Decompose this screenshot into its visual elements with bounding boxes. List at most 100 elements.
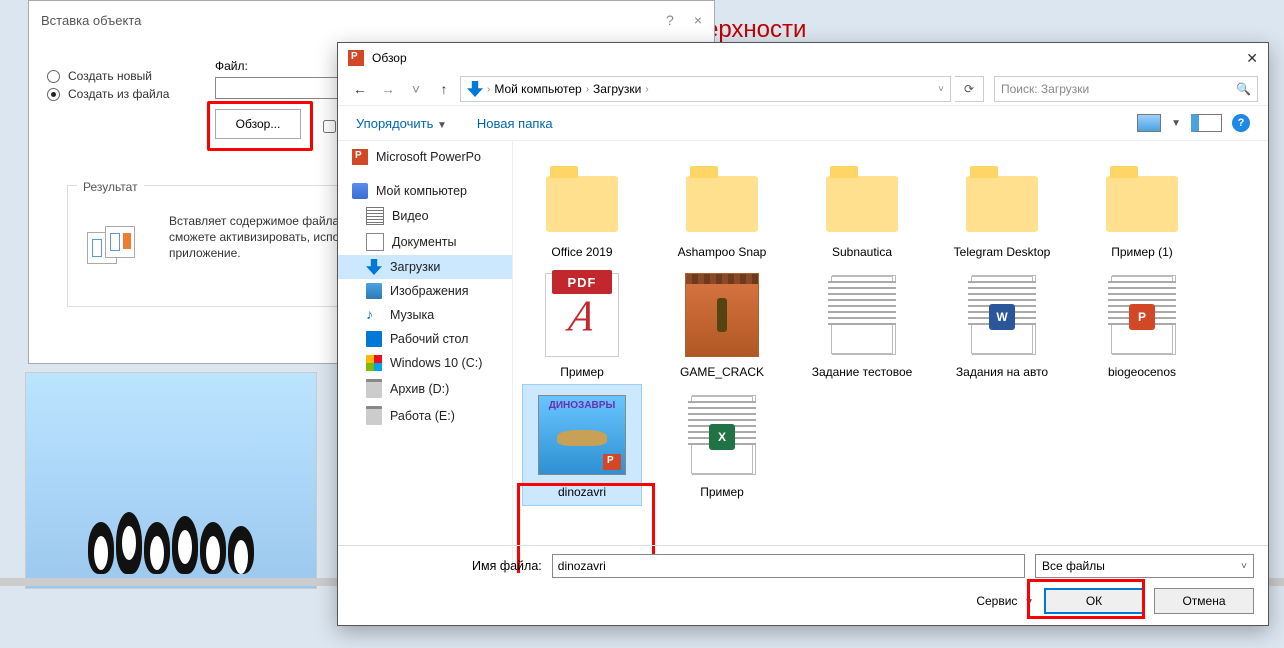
radio-label: Создать из файла bbox=[68, 87, 169, 101]
file-item[interactable]: Pbiogeocenos bbox=[1083, 265, 1201, 385]
file-label: Задания на авто bbox=[956, 365, 1048, 379]
crumb-item[interactable]: Мой компьютер bbox=[494, 82, 581, 96]
document-icon bbox=[366, 233, 384, 251]
folder-icon bbox=[1106, 176, 1178, 232]
downloads-icon bbox=[366, 259, 382, 275]
file-label: Subnautica bbox=[832, 245, 892, 259]
tree-item-documents[interactable]: Документы bbox=[338, 229, 512, 255]
tree-label: Мой компьютер bbox=[376, 184, 467, 198]
tree-item-music[interactable]: ♪ Музыка bbox=[338, 303, 512, 327]
close-button[interactable]: × bbox=[694, 12, 702, 28]
tree-label: Windows 10 (C:) bbox=[390, 356, 482, 370]
tree-item-computer[interactable]: Мой компьютер bbox=[338, 179, 512, 203]
downloads-icon bbox=[467, 81, 483, 97]
file-item[interactable]: WЗадания на авто bbox=[943, 265, 1061, 385]
document-icon bbox=[831, 276, 893, 354]
file-item[interactable]: PDFAПример bbox=[523, 265, 641, 385]
tree-item-drive-e[interactable]: Работа (E:) bbox=[338, 402, 512, 429]
chevron-right-icon: › bbox=[586, 84, 589, 95]
folder-icon bbox=[546, 176, 618, 232]
view-mode-button[interactable] bbox=[1137, 114, 1161, 132]
nav-back-icon[interactable]: ← bbox=[348, 77, 372, 101]
file-item[interactable]: Office 2019 bbox=[523, 145, 641, 265]
preview-pane-button[interactable] bbox=[1191, 114, 1222, 132]
file-label: Пример (1) bbox=[1111, 245, 1173, 259]
ok-button[interactable]: ОК bbox=[1044, 588, 1144, 614]
folder-icon bbox=[826, 176, 898, 232]
cancel-button[interactable]: Отмена bbox=[1154, 588, 1254, 614]
radio-icon bbox=[47, 70, 60, 83]
search-icon: 🔍 bbox=[1236, 82, 1251, 96]
close-button[interactable]: ✕ bbox=[1246, 50, 1258, 67]
combo-label: Все файлы bbox=[1042, 559, 1105, 573]
file-item[interactable]: Ashampoo Snap bbox=[663, 145, 781, 265]
breadcrumb[interactable]: › Мой компьютер › Загрузки › ˅ bbox=[460, 76, 951, 102]
chevron-down-icon: ▼ bbox=[437, 120, 447, 131]
result-label: Результат bbox=[77, 180, 144, 194]
file-item-selected[interactable]: ДИНОЗАВРЫ dinozavri bbox=[523, 385, 641, 505]
browse-button[interactable]: Обзор... bbox=[215, 109, 301, 139]
tools-menu[interactable]: Сервис ▼ bbox=[976, 594, 1034, 608]
nav-forward-icon[interactable]: → bbox=[376, 77, 400, 101]
powerpoint-badge-icon bbox=[603, 454, 621, 470]
chevron-right-icon: › bbox=[487, 84, 490, 95]
tree-item-powerpoint[interactable]: Microsoft PowerPo bbox=[338, 145, 512, 169]
tree-item-video[interactable]: Видео bbox=[338, 203, 512, 229]
new-folder-button[interactable]: Новая папка bbox=[477, 116, 553, 131]
tree-label: Музыка bbox=[390, 308, 434, 322]
tree-item-drive-c[interactable]: Windows 10 (C:) bbox=[338, 351, 512, 375]
help-button[interactable]: ? bbox=[666, 12, 674, 28]
file-browse-dialog: Обзор ✕ ← → ˅ ↑ › Мой компьютер › Загруз… bbox=[337, 42, 1269, 626]
dialog-title: Обзор bbox=[372, 51, 407, 65]
pdf-icon: PDFA bbox=[545, 273, 619, 357]
monitor-icon bbox=[352, 183, 368, 199]
file-label: Задание тестовое bbox=[812, 365, 913, 379]
file-item[interactable]: Пример (1) bbox=[1083, 145, 1201, 265]
excel-doc-icon: X bbox=[691, 396, 753, 474]
tree-label: Архив (D:) bbox=[390, 382, 449, 396]
music-icon: ♪ bbox=[366, 307, 382, 323]
tree-item-desktop[interactable]: Рабочий стол bbox=[338, 327, 512, 351]
powerpoint-icon bbox=[352, 149, 368, 165]
tree-label: Работа (E:) bbox=[390, 409, 455, 423]
file-item[interactable]: X Пример bbox=[663, 385, 781, 505]
presentation-thumb: ДИНОЗАВРЫ bbox=[538, 395, 626, 475]
tree-item-images[interactable]: Изображения bbox=[338, 279, 512, 303]
radio-label: Создать новый bbox=[68, 69, 152, 83]
file-list: Office 2019 Ashampoo Snap Subnautica Tel… bbox=[513, 141, 1268, 573]
tree-item-drive-d[interactable]: Архив (D:) bbox=[338, 375, 512, 402]
filename-input[interactable] bbox=[552, 554, 1025, 578]
chevron-right-icon: › bbox=[645, 84, 648, 95]
file-item[interactable]: Subnautica bbox=[803, 145, 921, 265]
tree-label: Документы bbox=[392, 235, 456, 249]
file-item[interactable]: GAME_CRACK bbox=[663, 265, 781, 385]
chevron-down-icon[interactable]: ▼ bbox=[1171, 118, 1181, 129]
tree-label: Рабочий стол bbox=[390, 332, 468, 346]
chevron-down-icon[interactable]: ˅ bbox=[938, 84, 944, 95]
refresh-button[interactable]: ⟳ bbox=[955, 76, 984, 102]
file-filter-combo[interactable]: Все файлы˅ bbox=[1035, 554, 1254, 578]
organize-menu[interactable]: Упорядочить ▼ bbox=[356, 116, 447, 131]
folder-icon bbox=[966, 176, 1038, 232]
archive-icon bbox=[685, 273, 759, 357]
nav-up-icon[interactable]: ↑ bbox=[432, 77, 456, 101]
filename-label: Имя файла: bbox=[472, 559, 542, 573]
crumb-item[interactable]: Загрузки bbox=[593, 82, 641, 96]
images-icon bbox=[366, 283, 382, 299]
tree-label: Загрузки bbox=[390, 260, 440, 274]
powerpoint-doc-icon: P bbox=[1111, 276, 1173, 354]
file-label: Пример bbox=[700, 485, 744, 499]
dialog-title: Вставка объекта bbox=[41, 13, 141, 28]
radio-icon bbox=[47, 88, 60, 101]
search-input[interactable]: Поиск: Загрузки 🔍 bbox=[994, 76, 1258, 102]
file-label: Ashampoo Snap bbox=[678, 245, 767, 259]
help-button[interactable]: ? bbox=[1232, 114, 1250, 132]
file-item[interactable]: Telegram Desktop bbox=[943, 145, 1061, 265]
folder-tree: Microsoft PowerPo Мой компьютер Видео До… bbox=[338, 141, 513, 573]
file-item[interactable]: Задание тестовое bbox=[803, 265, 921, 385]
nav-recent-icon[interactable]: ˅ bbox=[404, 77, 428, 101]
tree-label: Видео bbox=[392, 209, 429, 223]
tree-label: Изображения bbox=[390, 284, 469, 298]
file-label: dinozavri bbox=[558, 485, 606, 499]
tree-item-downloads[interactable]: Загрузки bbox=[338, 255, 512, 279]
